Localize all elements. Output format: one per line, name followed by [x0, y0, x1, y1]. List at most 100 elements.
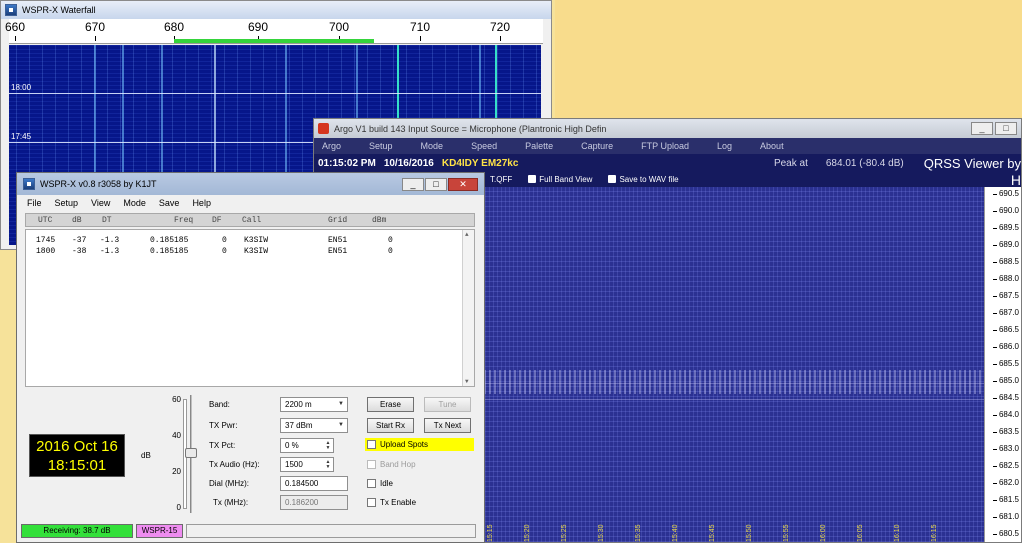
- scale-value: 684.5: [992, 393, 1019, 402]
- band-value: 2200 m: [285, 400, 312, 409]
- meter-label: 40: [172, 431, 181, 440]
- waterfall-titlebar[interactable]: WSPR-X Waterfall: [1, 1, 551, 19]
- cell-utc: 1800: [36, 247, 56, 256]
- upload-spots-checkbox[interactable]: [367, 440, 376, 449]
- station-callsign: KD4IDY EM27kc: [441, 157, 519, 169]
- maximize-button[interactable]: □: [425, 177, 447, 191]
- menu-save[interactable]: Save: [159, 198, 180, 208]
- column-header-utc: UTC: [38, 216, 53, 225]
- scale-value: 690.5: [992, 189, 1019, 198]
- menu-palette[interactable]: Palette: [525, 141, 553, 151]
- cell-df: 0: [222, 247, 227, 256]
- upload-spots-label: Upload Spots: [380, 440, 429, 449]
- tune-button[interactable]: Tune: [424, 397, 471, 412]
- save-wav-label: Save to WAV file: [619, 175, 679, 184]
- brand-suffix: H: [1010, 172, 1021, 188]
- tx-next-button[interactable]: Tx Next: [424, 418, 471, 433]
- cell-db: -38: [72, 247, 87, 256]
- txpwr-value: 37 dBm: [285, 421, 313, 430]
- maximize-button[interactable]: □: [995, 122, 1017, 135]
- menu-mode[interactable]: Mode: [421, 141, 444, 151]
- menu-help[interactable]: Help: [192, 198, 211, 208]
- rx-gain-slider[interactable]: [185, 395, 197, 513]
- menu-file[interactable]: File: [27, 198, 42, 208]
- menu-speed[interactable]: Speed: [471, 141, 497, 151]
- desktop-background: [555, 0, 1022, 118]
- scale-value: 689.0: [992, 240, 1019, 249]
- utc-clock: 2016 Oct 16 18:15:01: [29, 434, 125, 477]
- argo-titlebar[interactable]: Argo V1 build 143 Input Source = Microph…: [314, 119, 1021, 138]
- time-tick: 16:10: [894, 524, 901, 542]
- start-rx-button[interactable]: Start Rx: [367, 418, 414, 433]
- tx-enable-checkbox[interactable]: [367, 498, 376, 507]
- menu-view[interactable]: View: [91, 198, 110, 208]
- cell-dbm: 0: [388, 236, 393, 245]
- decode-row[interactable]: 1745 -37 -1.3 0.185185 0 K3SIW EN51 0: [26, 236, 460, 247]
- cell-call: K3SIW: [244, 247, 269, 256]
- txaudio-value: 1500: [285, 460, 303, 469]
- txpct-spinbox[interactable]: 0 %: [280, 438, 334, 453]
- scale-value: 685.5: [992, 359, 1019, 368]
- menu-setup[interactable]: Setup: [369, 141, 393, 151]
- menu-setup[interactable]: Setup: [55, 198, 79, 208]
- mode-status: WSPR-15: [136, 524, 183, 538]
- scale-value: 686.5: [992, 325, 1019, 334]
- menu-ftp-upload[interactable]: FTP Upload: [641, 141, 689, 151]
- time-tick: 15:35: [635, 524, 642, 542]
- menu-capture[interactable]: Capture: [581, 141, 613, 151]
- column-header-call: Call: [242, 216, 262, 225]
- save-wav-option[interactable]: Save to WAV file: [608, 175, 679, 184]
- idle-option[interactable]: Idle: [367, 477, 393, 490]
- txaudio-spinbox[interactable]: 1500: [280, 457, 334, 472]
- close-button[interactable]: ✕: [448, 177, 478, 191]
- freq-tick: [95, 36, 96, 41]
- erase-button[interactable]: Erase: [367, 397, 414, 412]
- scale-value: 685.0: [992, 376, 1019, 385]
- menu-log[interactable]: Log: [717, 141, 732, 151]
- decode-scrollbar[interactable]: [462, 230, 474, 386]
- time-tick: 15:15: [487, 524, 494, 542]
- scale-value: 682.5: [992, 461, 1019, 470]
- band-hop-option[interactable]: Band Hop: [367, 458, 416, 471]
- idle-checkbox[interactable]: [367, 479, 376, 488]
- upload-spots-option[interactable]: Upload Spots: [365, 438, 474, 451]
- freq-tick-label: 710: [409, 20, 431, 34]
- dial-input[interactable]: 0.184500: [280, 476, 348, 491]
- time-tick: 16:00: [820, 524, 827, 542]
- cell-utc: 1745: [36, 236, 56, 245]
- tx-enable-option[interactable]: Tx Enable: [367, 496, 416, 509]
- full-band-option[interactable]: Full Band View: [528, 175, 592, 184]
- cell-call: K3SIW: [244, 236, 269, 245]
- menu-mode[interactable]: Mode: [123, 198, 146, 208]
- freq-tick-label: 720: [489, 20, 511, 34]
- decode-list[interactable]: 1745 -37 -1.3 0.185185 0 K3SIW EN51 0 18…: [25, 229, 475, 387]
- argo-info-bar: 01:15:02 PM 10/16/2016 KD4IDY EM27kc Pea…: [314, 154, 1021, 172]
- wspr-window: WSPR-X v0.8 r3058 by K1JT _ □ ✕ File Set…: [16, 172, 485, 543]
- save-wav-checkbox[interactable]: [608, 175, 617, 183]
- full-band-label: Full Band View: [539, 175, 593, 184]
- qrss-viewer-brand: QRSS Viewer by: [923, 155, 1021, 171]
- menu-about[interactable]: About: [760, 141, 784, 151]
- frequency-ruler[interactable]: 660 670 680 690 700 710 720: [5, 19, 543, 44]
- band-label: Band:: [209, 400, 230, 409]
- minimize-button[interactable]: _: [402, 177, 424, 191]
- column-header-grid: Grid: [328, 216, 348, 225]
- argo-clock: 01:15:02 PM: [318, 157, 376, 169]
- txpct-label: TX Pct:: [209, 441, 236, 450]
- freq-tick-label: 660: [4, 20, 26, 34]
- minimize-button[interactable]: _: [971, 122, 993, 135]
- freq-tick: [420, 36, 421, 41]
- wspr-title: WSPR-X v0.8 r3058 by K1JT: [40, 179, 157, 189]
- menu-argo[interactable]: Argo: [322, 141, 341, 151]
- txpwr-select[interactable]: 37 dBm: [280, 418, 348, 433]
- clock-time: 18:15:01: [47, 457, 107, 474]
- band-select[interactable]: 2200 m: [280, 397, 348, 412]
- time-tick: 15:55: [783, 524, 790, 542]
- full-band-checkbox[interactable]: [528, 175, 537, 183]
- decode-row[interactable]: 1800 -38 -1.3 0.185185 0 K3SIW EN51 0: [26, 247, 460, 258]
- wspr-titlebar[interactable]: WSPR-X v0.8 r3058 by K1JT _ □ ✕: [17, 173, 484, 195]
- band-hop-checkbox[interactable]: [367, 460, 376, 469]
- time-tick: 15:30: [598, 524, 605, 542]
- cell-df: 0: [222, 236, 227, 245]
- slider-thumb[interactable]: [185, 448, 197, 458]
